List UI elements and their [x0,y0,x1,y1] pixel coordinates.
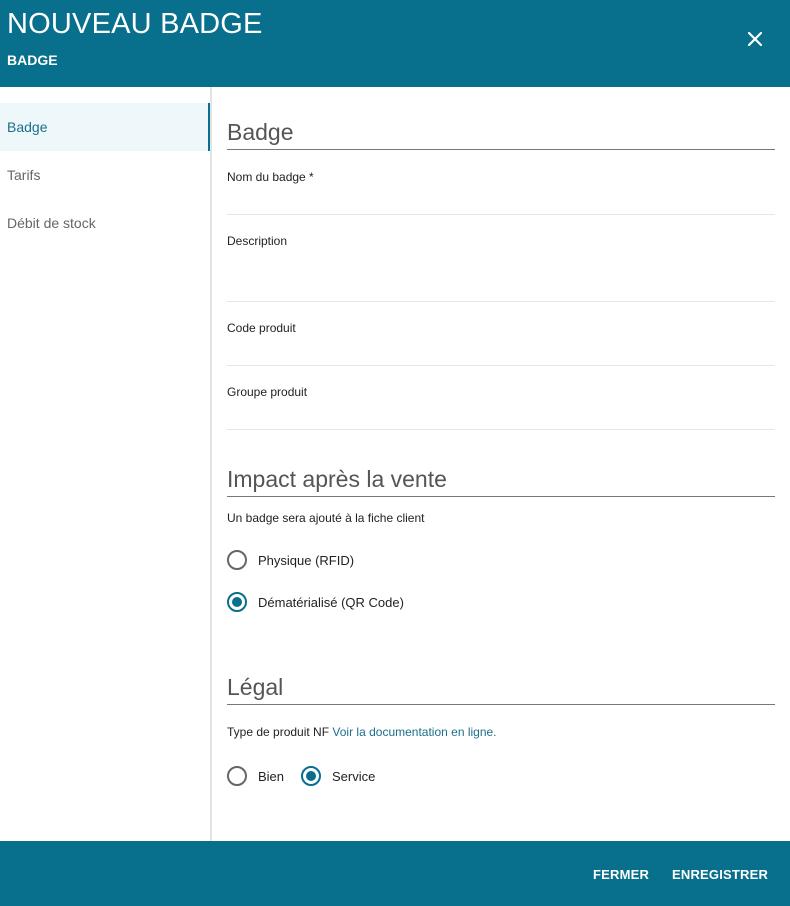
form-content: Badge Nom du badge * Description Code pr… [212,87,790,841]
radio-bien[interactable]: Bien [227,766,284,786]
radio-dematerialise[interactable]: Dématérialisé (QR Code) [227,592,404,612]
radio-label: Bien [258,768,285,784]
radio-circle [227,766,247,786]
radio-label: Service [332,768,376,784]
radio-service[interactable]: Service [301,766,375,786]
radio-dot [306,771,316,781]
dialog-title: NOUVEAU BADGE [7,8,263,40]
impact-help-text: Un badge sera ajouté à la fiche client [227,511,425,525]
sidebar-item-badge[interactable]: Badge [0,103,210,151]
sidebar: Badge Tarifs Débit de stock [0,87,212,841]
documentation-link[interactable]: Voir la documentation en ligne. [332,725,496,739]
code-produit-label: Code produit [227,321,296,335]
name-label: Nom du badge * [227,170,314,184]
section-title-legal: Légal [227,674,775,705]
code-produit-input[interactable] [227,338,775,366]
radio-circle [227,550,247,570]
save-button[interactable]: ENREGISTRER [672,867,768,882]
radio-label: Physique (RFID) [258,552,355,568]
section-title-badge: Badge [227,119,775,150]
close-icon [747,31,763,47]
dialog-header: NOUVEAU BADGE BADGE [0,0,790,87]
dialog-footer: FERMER ENREGISTRER [0,841,790,906]
groupe-produit-label: Groupe produit [227,385,308,399]
legal-help-text: Type de produit NF Voir la documentation… [227,725,497,739]
radio-circle-checked [301,766,321,786]
dialog-subtitle: BADGE [7,52,58,68]
close-footer-button[interactable]: FERMER [593,867,649,882]
radio-dot [232,597,242,607]
name-input[interactable] [227,187,775,215]
sidebar-item-debit-de-stock[interactable]: Débit de stock [0,199,210,247]
description-label: Description [227,234,288,248]
radio-physique[interactable]: Physique (RFID) [227,550,354,570]
groupe-produit-input[interactable] [227,402,775,430]
radio-label: Dématérialisé (QR Code) [258,594,404,610]
sidebar-item-tarifs[interactable]: Tarifs [0,151,210,199]
radio-circle-checked [227,592,247,612]
close-button[interactable] [740,24,770,54]
description-input[interactable] [227,253,775,302]
legal-help-prefix: Type de produit NF [227,725,330,739]
section-title-impact: Impact après la vente [227,466,775,497]
